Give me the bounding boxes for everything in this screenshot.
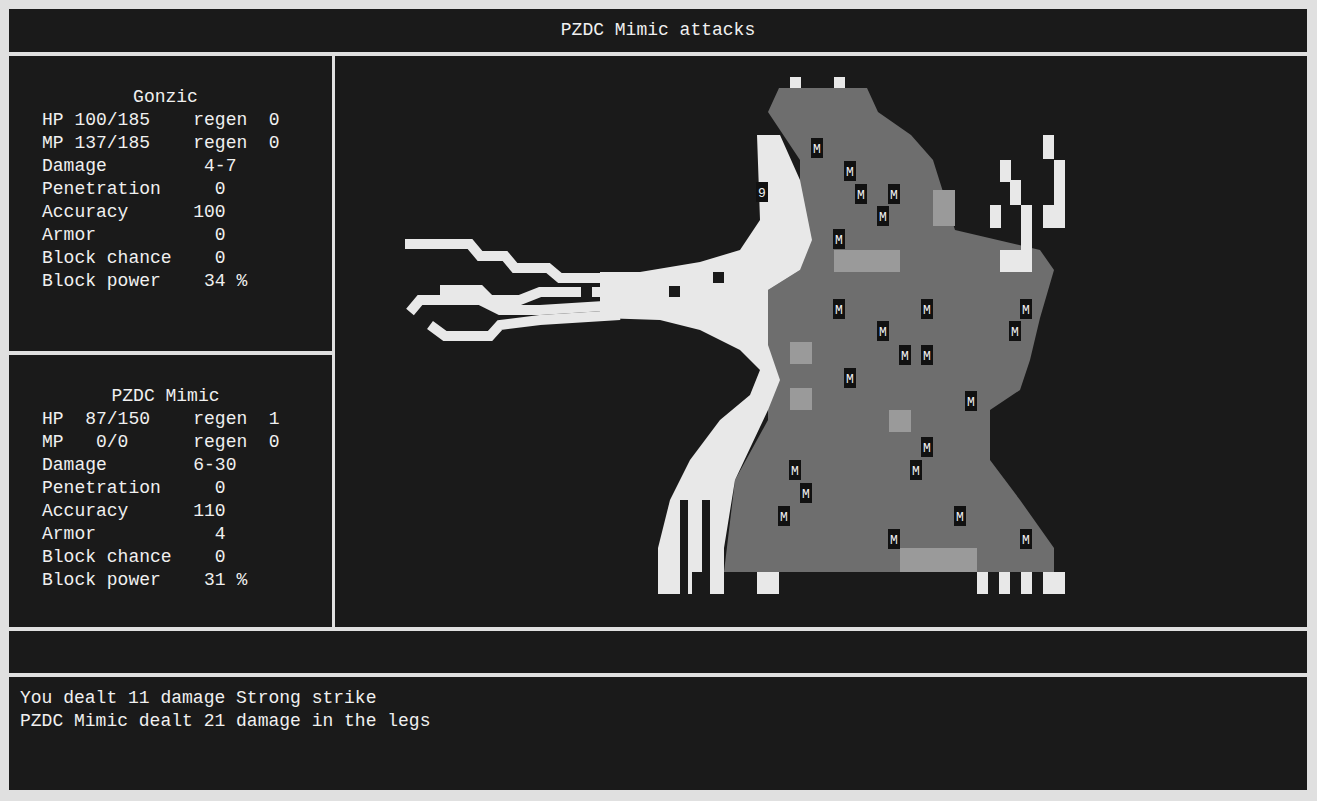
stat-line: Block power 31 % [42, 569, 299, 592]
svg-text:M: M [835, 233, 843, 248]
combat-log: You dealt 11 damage Strong strikePZDC Mi… [9, 677, 1307, 790]
creature-mark: M [921, 299, 933, 319]
game-screen: PZDC Mimic attacksGonzicHP 100/185 regen… [0, 0, 1317, 801]
stat-line: Block chance 0 [42, 247, 299, 270]
creature-mark: M [921, 437, 933, 457]
combatant-name: Gonzic [42, 86, 299, 109]
creature-mark: M [954, 506, 966, 526]
creature-mark: M [888, 529, 900, 549]
creature-mark: M [877, 206, 889, 226]
stat-line: Accuracy 110 [42, 500, 299, 523]
creature-mark: M [1009, 321, 1021, 341]
creature-mark: M [844, 368, 856, 388]
svg-text:M: M [956, 510, 964, 525]
creature-mark: M [1020, 529, 1032, 549]
action-bar [9, 631, 1307, 673]
creature-mark: M [965, 391, 977, 411]
creature-mark: M [778, 506, 790, 526]
svg-text:M: M [846, 372, 854, 387]
combatant-name: PZDC Mimic [42, 385, 299, 408]
creature-mark: M [855, 184, 867, 204]
svg-text:M: M [879, 210, 887, 225]
battle-area: GonzicHP 100/185 regen 0MP 137/185 regen… [9, 56, 1307, 627]
svg-text:M: M [835, 303, 843, 318]
creature-mark: M [811, 138, 823, 158]
svg-text:M: M [1022, 303, 1030, 318]
svg-text:9: 9 [758, 186, 766, 201]
creature-mark: M [921, 345, 933, 365]
creature-mark: M [833, 299, 845, 319]
stat-line: MP 0/0 regen 0 [42, 431, 299, 454]
stat-line: Armor 4 [42, 523, 299, 546]
stat-line: Penetration 0 [42, 178, 299, 201]
creature-mark: M [899, 345, 911, 365]
svg-text:M: M [802, 487, 810, 502]
stat-line: Accuracy 100 [42, 201, 299, 224]
stat-line: Block chance 0 [42, 546, 299, 569]
creature-mark: M [800, 483, 812, 503]
svg-text:M: M [923, 303, 931, 318]
creature-mark: 9 [756, 182, 768, 202]
svg-text:M: M [857, 188, 865, 203]
creature-mark: M [789, 460, 801, 480]
svg-text:M: M [780, 510, 788, 525]
stat-line: Armor 0 [42, 224, 299, 247]
title-bar: PZDC Mimic attacks [9, 9, 1307, 52]
svg-text:M: M [791, 464, 799, 479]
stat-panel: GonzicHP 100/185 regen 0MP 137/185 regen… [9, 56, 332, 351]
stat-line: Penetration 0 [42, 477, 299, 500]
stats-column: GonzicHP 100/185 regen 0MP 137/185 regen… [9, 56, 332, 627]
enemy-view: 9MMMMMMMMMMMMMMMMMMMMMMM [335, 56, 1307, 627]
svg-text:M: M [1011, 325, 1019, 340]
stat-panel: PZDC MimicHP 87/150 regen 1MP 0/0 regen … [9, 355, 332, 627]
svg-text:M: M [901, 349, 909, 364]
svg-text:M: M [890, 533, 898, 548]
svg-text:M: M [923, 349, 931, 364]
stat-line: Damage 6-30 [42, 454, 299, 477]
log-line: You dealt 11 damage Strong strike [20, 687, 1296, 710]
svg-text:M: M [923, 441, 931, 456]
svg-text:M: M [813, 142, 821, 157]
creature-mark: M [910, 460, 922, 480]
creature-mark: M [888, 184, 900, 204]
svg-text:M: M [879, 325, 887, 340]
svg-text:M: M [967, 395, 975, 410]
stat-line: Block power 34 % [42, 270, 299, 293]
creature-mark: M [844, 161, 856, 181]
svg-text:M: M [890, 188, 898, 203]
svg-text:M: M [912, 464, 920, 479]
stat-line: HP 100/185 regen 0 [42, 109, 299, 132]
stat-line: MP 137/185 regen 0 [42, 132, 299, 155]
svg-text:M: M [1022, 533, 1030, 548]
creature-sprite: 9MMMMMMMMMMMMMMMMMMMMMMM [335, 56, 1307, 627]
creature-mark: M [1020, 299, 1032, 319]
creature-mark: M [833, 229, 845, 249]
log-line: PZDC Mimic dealt 21 damage in the legs [20, 710, 1296, 733]
svg-text:M: M [846, 165, 854, 180]
creature-mark: M [877, 321, 889, 341]
stat-line: HP 87/150 regen 1 [42, 408, 299, 431]
stat-line: Damage 4-7 [42, 155, 299, 178]
